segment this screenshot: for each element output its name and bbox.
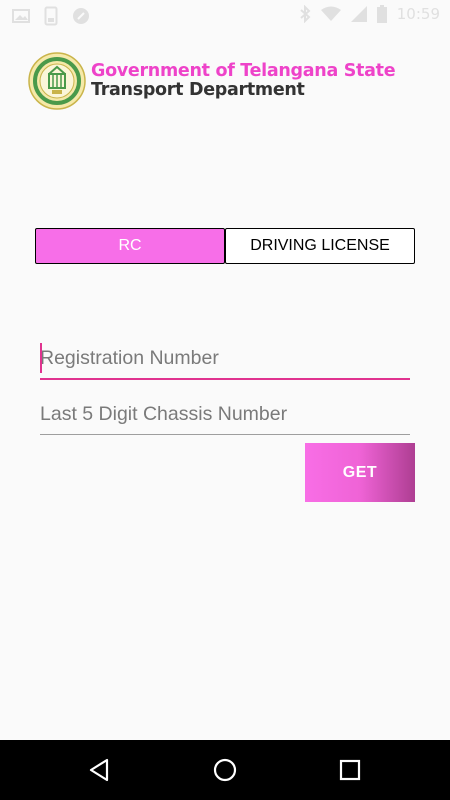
sim-icon xyxy=(44,6,58,26)
navigation-bar xyxy=(0,740,450,800)
notification-circle-icon xyxy=(72,7,90,25)
recents-icon[interactable] xyxy=(337,757,363,783)
telangana-emblem-icon xyxy=(28,52,86,110)
status-time: 10:59 xyxy=(396,5,440,23)
chassis-underline xyxy=(40,434,410,435)
back-icon[interactable] xyxy=(87,757,113,783)
app-screen: 10:59 Government of Telangana State Tran… xyxy=(0,0,450,800)
get-button[interactable]: GET xyxy=(305,443,415,502)
battery-icon xyxy=(376,5,387,23)
text-cursor xyxy=(40,343,42,373)
header-titles: Government of Telangana State Transport … xyxy=(91,60,396,100)
status-bar: 10:59 xyxy=(0,0,450,32)
signal-icon xyxy=(350,6,367,22)
chassis-number-input[interactable] xyxy=(40,394,410,434)
header: Government of Telangana State Transport … xyxy=(28,50,396,112)
department-title: Transport Department xyxy=(91,80,305,100)
photo-icon xyxy=(12,8,30,24)
chassis-field xyxy=(40,394,410,435)
home-icon[interactable] xyxy=(212,757,238,783)
registration-field xyxy=(40,338,410,380)
wifi-icon xyxy=(320,6,341,22)
bluetooth-icon xyxy=(299,5,311,23)
registration-number-input[interactable] xyxy=(40,338,410,378)
registration-underline xyxy=(40,378,410,380)
tab-driving-license[interactable]: DRIVING LICENSE xyxy=(225,228,415,264)
government-title: Government of Telangana State xyxy=(91,60,396,81)
tab-rc[interactable]: RC xyxy=(35,228,225,264)
document-type-tabs: RC DRIVING LICENSE xyxy=(35,228,415,264)
